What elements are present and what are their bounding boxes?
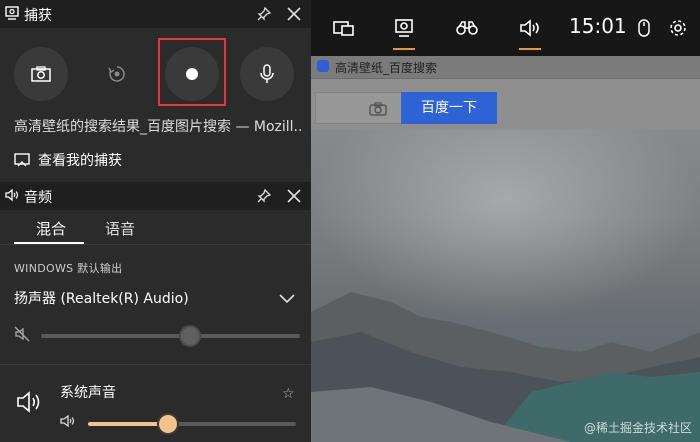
captured-window-name: 高清壁纸的搜索结果_百度图片搜索 — Mozill... <box>14 119 304 135</box>
capture-header-icon <box>5 6 19 20</box>
baidu-search-button[interactable]: 百度一下 <box>401 92 497 124</box>
record-last-button[interactable] <box>90 47 144 101</box>
audio-title: 音频 <box>24 190 52 206</box>
volume-icon[interactable] <box>60 414 76 428</box>
watermark: @稀土掘金技术社区 <box>583 421 692 435</box>
widget-menu-button[interactable] <box>321 0 367 56</box>
game-bar: 15:01 <box>311 0 700 56</box>
favorite-star-icon[interactable]: ☆ <box>282 386 295 402</box>
output-device-select[interactable]: 扬声器 (Realtek(R) Audio) <box>14 288 300 312</box>
speaker-header-icon <box>5 188 19 202</box>
widget-menu-icon <box>333 21 354 36</box>
capture-title: 捕获 <box>24 8 52 24</box>
mountain-scenery <box>311 292 700 442</box>
search-area: 百度一下 <box>311 82 700 130</box>
tab-mix-label: 混合 <box>36 220 67 238</box>
tab-mix[interactable]: 混合 <box>14 218 84 244</box>
pin-icon[interactable] <box>256 6 272 22</box>
view-captures-label: 查看我的捕获 <box>38 153 122 169</box>
microphone-icon <box>260 64 274 83</box>
app-name: 系统声音 <box>60 385 116 401</box>
screenshot-button[interactable] <box>14 47 68 101</box>
audio-icon <box>520 19 539 37</box>
clock-time: 15:01 <box>569 14 627 38</box>
active-indicator <box>519 48 541 50</box>
highlight-box <box>158 38 226 106</box>
baidu-paw-icon <box>317 60 329 72</box>
close-icon[interactable] <box>286 6 302 22</box>
search-input[interactable] <box>315 92 402 124</box>
performance-widget-button[interactable] <box>444 0 490 56</box>
section-divider <box>0 364 311 365</box>
capture-panel: 捕获 高清壁纸的搜索结果_百度图片搜索 — Mozill... 查看我的捕获 <box>0 0 311 182</box>
system-sounds-icon <box>17 391 40 413</box>
tab-title: 高清壁纸_百度搜索 <box>335 61 438 75</box>
camera-icon <box>31 66 51 82</box>
capture-header: 捕获 <box>0 0 311 28</box>
browser-tab[interactable]: 高清壁纸_百度搜索 <box>311 56 700 79</box>
tab-divider <box>0 244 311 245</box>
camera-search-icon[interactable] <box>368 101 388 117</box>
rewind-record-icon <box>108 66 125 82</box>
audio-widget-button[interactable] <box>507 0 553 56</box>
app-volume-row: 系统声音 ☆ <box>0 370 311 440</box>
pin-icon[interactable] <box>256 188 272 204</box>
default-output-label: WINDOWS 默认输出 <box>14 262 123 275</box>
speaker-muted-icon[interactable] <box>14 326 30 342</box>
gallery-icon <box>14 153 30 167</box>
output-device-value: 扬声器 (Realtek(R) Audio) <box>14 291 189 307</box>
audio-panel: 音频 混合 语音 WINDOWS 默认输出 扬声器 (Realtek(R) Au… <box>0 182 311 442</box>
master-volume-thumb[interactable] <box>178 325 201 347</box>
tab-voice[interactable]: 语音 <box>105 218 135 239</box>
microphone-button[interactable] <box>240 47 294 101</box>
audio-header: 音频 <box>0 182 311 210</box>
active-indicator <box>393 48 415 50</box>
mouse-icon <box>638 19 650 37</box>
chevron-down-icon <box>279 294 295 304</box>
settings-button[interactable] <box>655 0 700 56</box>
capture-widget-button[interactable] <box>381 0 427 56</box>
gear-icon <box>670 20 686 36</box>
app-volume-fill <box>88 422 168 426</box>
app-volume-thumb[interactable] <box>157 413 180 435</box>
background-browser: 高清壁纸_百度搜索 百度一下 @稀土掘金技术社区 <box>311 0 700 442</box>
master-volume-row <box>14 324 304 348</box>
master-volume-slider[interactable] <box>41 334 300 338</box>
capture-icon <box>395 19 413 37</box>
close-icon[interactable] <box>286 188 302 204</box>
binoculars-icon <box>456 21 478 35</box>
